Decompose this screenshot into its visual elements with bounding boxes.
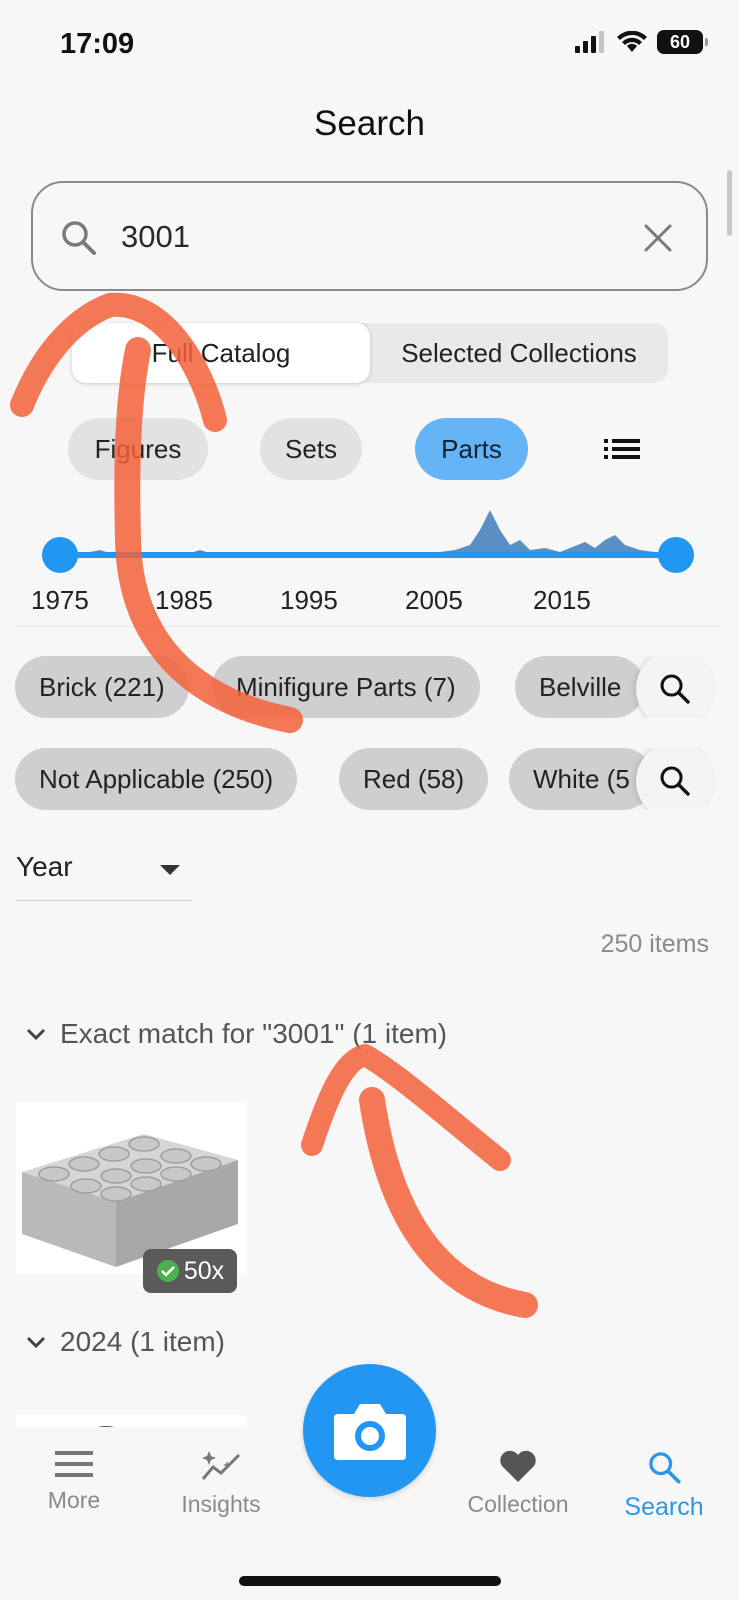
tab-figures[interactable]: Figures xyxy=(68,418,208,480)
nav-label: Collection xyxy=(467,1491,569,1517)
segment-selected-collections[interactable]: Selected Collections xyxy=(370,323,668,383)
group-title: 2024 (1 item) xyxy=(60,1326,225,1357)
chevron-down-icon xyxy=(26,1336,46,1349)
search-icon xyxy=(660,674,690,704)
battery-icon: 60 xyxy=(657,30,708,54)
year-tick-1975: 1975 xyxy=(31,585,89,615)
year-tick-2015: 2015 xyxy=(533,585,591,615)
color-search-button[interactable] xyxy=(636,748,714,810)
chip-not-applicable[interactable]: Not Applicable (250) xyxy=(15,748,298,810)
chevron-down-icon xyxy=(26,1028,46,1041)
menu-icon xyxy=(55,1451,93,1477)
check-circle-icon xyxy=(156,1260,179,1282)
results-count: 250 items xyxy=(600,930,709,958)
group-header-2024[interactable]: 2024 (1 item) xyxy=(24,1326,225,1358)
catalog-scope-toggle: Full Catalog Selected Collections xyxy=(72,323,668,383)
tab-sets[interactable]: Sets xyxy=(260,418,362,480)
status-bar: 17:09 60 xyxy=(0,0,739,90)
annotation-arrowhead-2 xyxy=(301,1044,511,1171)
nav-more[interactable]: More xyxy=(9,1449,139,1514)
nav-label: Insights xyxy=(181,1491,261,1517)
category-search-button[interactable] xyxy=(636,656,714,718)
search-box[interactable] xyxy=(31,181,708,291)
heart-icon xyxy=(500,1450,536,1482)
page-title: Search xyxy=(314,104,425,143)
type-filter-tabs: Figures Sets Parts xyxy=(0,418,739,480)
caret-down-icon xyxy=(160,865,180,875)
nav-collection[interactable]: Collection xyxy=(453,1449,583,1518)
segment-full-catalog[interactable]: Full Catalog xyxy=(72,323,370,383)
home-indicator xyxy=(239,1576,501,1586)
owned-count: 50x xyxy=(183,1256,225,1285)
slider-handle-start xyxy=(42,537,78,573)
camera-scan-button[interactable] xyxy=(303,1364,436,1497)
nav-search[interactable]: Search xyxy=(599,1449,729,1522)
owned-count-badge: 50x xyxy=(143,1249,237,1293)
sort-value: Year xyxy=(16,851,73,882)
sparkle-chart-icon xyxy=(201,1451,241,1480)
search-input[interactable] xyxy=(121,211,601,263)
sort-dropdown[interactable]: Year xyxy=(16,845,192,901)
search-icon xyxy=(660,766,690,796)
status-icons: 60 xyxy=(575,30,708,54)
scrollbar-thumb[interactable] xyxy=(727,170,732,236)
category-chip-row: Brick (221) Minifigure Parts (7) Belvill… xyxy=(0,656,739,718)
tab-parts[interactable]: Parts xyxy=(415,418,528,480)
search-icon xyxy=(62,221,96,255)
camera-icon xyxy=(333,1403,406,1460)
year-range-slider: 1975 1985 1995 2005 2015 xyxy=(0,500,739,620)
status-time: 17:09 xyxy=(60,28,135,60)
list-view-icon[interactable] xyxy=(604,433,640,465)
chip-minifigure-parts[interactable]: Minifigure Parts (7) xyxy=(212,656,480,718)
slider-handle-end xyxy=(658,537,694,573)
chip-belville[interactable]: Belville xyxy=(515,656,646,718)
signal-icon xyxy=(575,31,604,53)
year-tick-1985: 1985 xyxy=(155,585,213,615)
chip-white[interactable]: White (5 xyxy=(509,748,654,810)
search-icon xyxy=(649,1452,681,1484)
close-icon[interactable] xyxy=(636,216,680,260)
battery-level: 60 xyxy=(669,31,691,52)
divider xyxy=(16,626,721,627)
nav-label: Search xyxy=(624,1493,704,1521)
color-chip-row: Not Applicable (250) Red (58) White (5 xyxy=(0,748,739,810)
chip-red[interactable]: Red (58) xyxy=(339,748,489,810)
annotation-arrow-2 xyxy=(359,1087,538,1318)
group-title: Exact match for "3001" (1 item) xyxy=(60,1018,448,1049)
wifi-icon xyxy=(617,31,647,52)
nav-insights[interactable]: Insights xyxy=(156,1449,286,1518)
nav-label: More xyxy=(47,1487,101,1513)
year-tick-2005: 2005 xyxy=(405,585,463,615)
year-histogram xyxy=(42,510,694,573)
year-tick-1995: 1995 xyxy=(280,585,338,615)
chip-brick[interactable]: Brick (221) xyxy=(15,656,189,718)
group-header-exact-match[interactable]: Exact match for "3001" (1 item) xyxy=(24,1018,447,1050)
